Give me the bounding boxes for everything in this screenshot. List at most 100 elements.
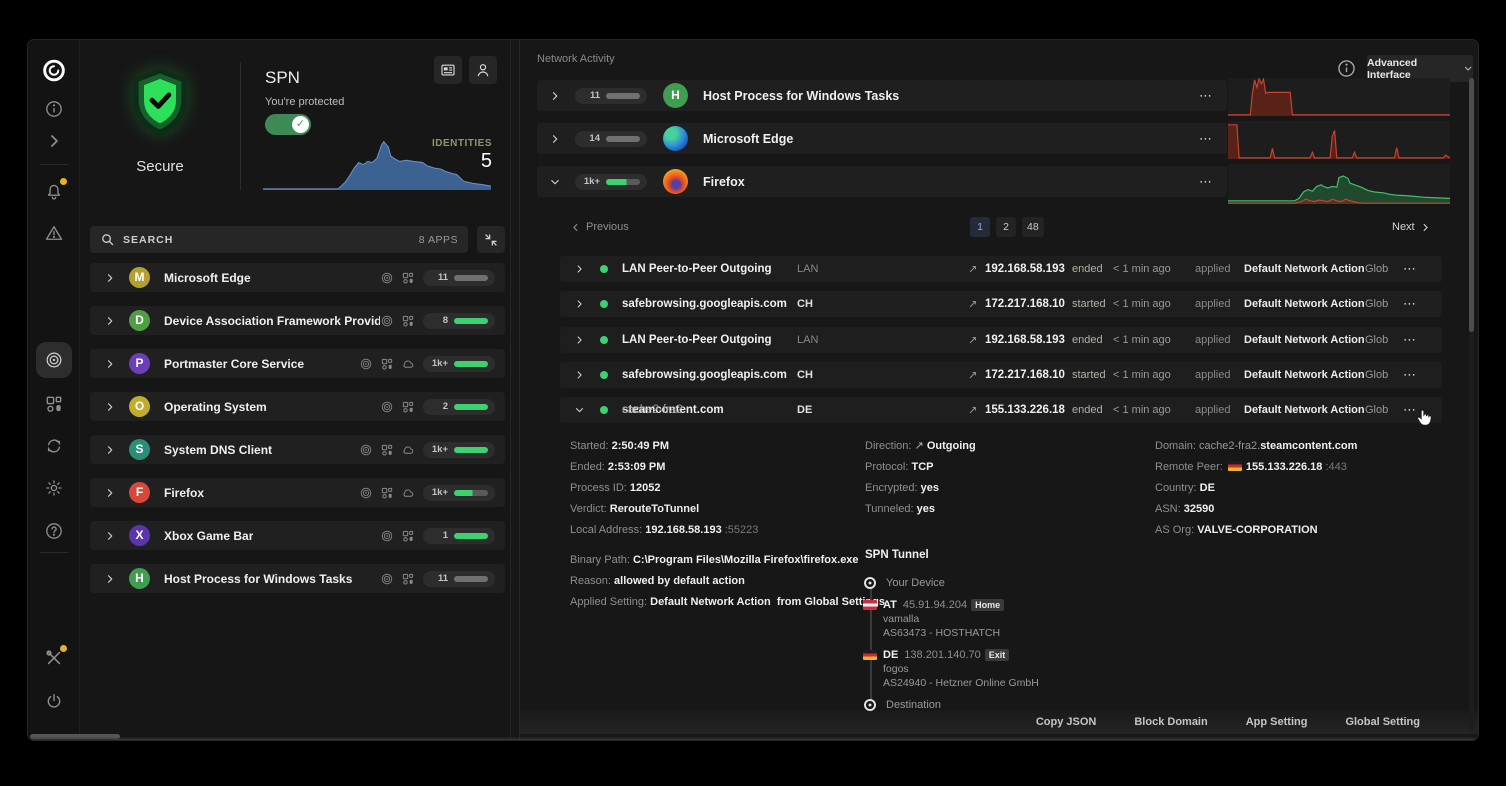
firefox-logo-icon <box>663 169 688 194</box>
connection-row[interactable]: safebrowsing.googleapis.com CH ↗ 172.217.16… <box>560 361 1442 388</box>
detail-field: Local Address: 192.168.58.193 :55223 <box>570 520 885 541</box>
copy-json-button[interactable]: Copy JSON <box>1036 716 1097 728</box>
connection-row[interactable]: safebrowsing.googleapis.com CH ↗ 172.217.16… <box>560 291 1442 318</box>
pagination-page-1[interactable]: 1 <box>970 217 990 237</box>
row-menu-icon[interactable]: ⋯ <box>1403 367 1417 383</box>
row-menu-icon[interactable]: ⋯ <box>1199 131 1213 147</box>
detail-value: TCP <box>911 461 934 473</box>
shutdown-power-icon[interactable] <box>44 691 64 711</box>
app-avatar: P <box>129 353 150 374</box>
info-icon[interactable] <box>1336 58 1357 79</box>
network-app-row-firefox[interactable]: 1k+ Firefox ⋯ <box>537 166 1227 197</box>
panel-splitter[interactable] <box>510 40 520 740</box>
spn-sync-icon[interactable] <box>44 436 64 456</box>
notifications-bell-icon[interactable] <box>44 178 67 201</box>
app-status-icons <box>380 529 423 543</box>
tunnel-hop-name: vamalla <box>883 613 920 625</box>
chevron-right-icon[interactable] <box>574 369 585 380</box>
setting-scope: Glob <box>1365 263 1389 275</box>
connection-row[interactable]: LAN Peer-to-Peer Outgoing LAN ↗ 192.168.58.… <box>560 326 1442 353</box>
info-icon[interactable] <box>44 99 64 119</box>
detail-value: Outgoing <box>926 440 976 452</box>
chevron-right-icon[interactable] <box>104 358 116 370</box>
app-row-system-dns-client[interactable]: S System DNS Client 1k+ <box>90 435 505 464</box>
row-menu-icon[interactable]: ⋯ <box>1403 261 1417 277</box>
pagination-page-48[interactable]: 48 <box>1022 217 1044 237</box>
collapse-all-button[interactable] <box>477 226 505 253</box>
connection-name-prefix: cache2-fra2. <box>622 404 686 417</box>
detail-field: Binary Path: C:\Program Files\Mozilla Fi… <box>570 550 885 571</box>
connection-row[interactable]: cache2-fra2. steamcontent.com DE ↗ 155.133.2… <box>560 397 1442 424</box>
connection-count: 1k+ <box>431 444 448 455</box>
horizontal-scrollbar-thumb[interactable] <box>30 734 120 739</box>
detail-value: steamcontent.com <box>1260 440 1358 452</box>
connection-count-bar <box>454 360 488 367</box>
detail-value: 2:50:49 PM <box>611 440 670 452</box>
detail-field: Applied Setting: Default Network Action … <box>570 592 885 613</box>
news-button[interactable] <box>434 56 462 84</box>
app-name: Portmaster Core Service <box>164 356 305 371</box>
app-row-xbox-game-bar[interactable]: X Xbox Game Bar 1 <box>90 521 505 550</box>
connection-row[interactable]: LAN Peer-to-Peer Outgoing LAN ↗ 192.168.58.… <box>560 256 1442 282</box>
chevron-right-icon[interactable] <box>104 530 116 542</box>
app-row-microsoft-edge[interactable]: M Microsoft Edge 11 <box>90 263 505 292</box>
detail-value: 12052 <box>629 482 661 494</box>
chevron-down-icon[interactable] <box>574 405 585 416</box>
app-name: Firefox <box>164 485 205 500</box>
alerts-triangle-icon[interactable] <box>44 223 64 243</box>
row-menu-icon[interactable]: ⋯ <box>1403 402 1417 418</box>
search-placeholder: SEARCH <box>123 233 174 246</box>
chevron-right-icon[interactable] <box>104 272 116 284</box>
help-icon[interactable] <box>44 521 64 541</box>
app-row-firefox[interactable]: F Firefox 1k+ <box>90 478 505 507</box>
row-menu-icon[interactable]: ⋯ <box>1199 174 1213 190</box>
global-setting-button[interactable]: Global Setting <box>1345 716 1420 728</box>
detail-label: ASN: <box>1155 503 1184 515</box>
spn-toggle[interactable]: ✓ <box>265 114 311 135</box>
pagination-next[interactable]: Next <box>1392 221 1431 233</box>
network-activity-panel: Network Activity Advanced Interface 11 H H… <box>520 40 1478 740</box>
network-activity-icon[interactable] <box>35 342 72 378</box>
app-row-host-process-for-windows-tasks[interactable]: H Host Process for Windows Tasks 11 <box>90 564 505 593</box>
app-row-portmaster-core-service[interactable]: P Portmaster Core Service 1k+ <box>90 349 505 378</box>
account-button[interactable] <box>469 56 497 84</box>
chevron-right-icon[interactable] <box>104 315 116 327</box>
connection-count-pill: 8 <box>423 312 495 329</box>
vertical-scrollbar-thumb[interactable] <box>1469 78 1474 332</box>
outgoing-arrow-icon: ↗ <box>968 263 978 276</box>
pagination-previous[interactable]: Previous <box>570 221 629 233</box>
chevron-right-icon[interactable] <box>574 299 585 310</box>
app-name: Device Association Framework Provider Ho… <box>164 313 380 328</box>
chevron-right-icon[interactable] <box>574 264 585 275</box>
detail-field: Reason: allowed by default action <box>570 571 885 592</box>
chevron-down-icon[interactable] <box>549 176 561 188</box>
network-app-row-microsoft-edge[interactable]: 14 Microsoft Edge ⋯ <box>537 123 1227 154</box>
chevron-right-icon[interactable] <box>104 401 116 413</box>
apps-grid-icon[interactable] <box>44 394 64 414</box>
network-app-row-host-process-for-windows-tasks[interactable]: 11 H Host Process for Windows Tasks ⋯ <box>537 80 1227 111</box>
chevron-right-icon[interactable] <box>574 334 585 345</box>
block-domain-button[interactable]: Block Domain <box>1134 716 1207 728</box>
expand-icon[interactable] <box>44 131 64 151</box>
row-menu-icon[interactable]: ⋯ <box>1403 296 1417 312</box>
app-setting-button[interactable]: App Setting <box>1246 716 1308 728</box>
row-menu-icon[interactable]: ⋯ <box>1403 332 1417 348</box>
connection-count-pill: 1k+ <box>423 484 495 501</box>
chevron-right-icon[interactable] <box>549 133 561 145</box>
row-menu-icon[interactable]: ⋯ <box>1199 88 1213 104</box>
portmaster-logo-icon[interactable] <box>40 57 67 84</box>
pagination-page-2[interactable]: 2 <box>996 217 1016 237</box>
tools-icon[interactable] <box>44 645 67 668</box>
app-row-operating-system[interactable]: O Operating System 2 <box>90 392 505 421</box>
applied-action: Default Network Action <box>1244 333 1365 346</box>
chevron-right-icon[interactable] <box>104 487 116 499</box>
chevron-right-icon[interactable] <box>104 444 116 456</box>
cloud-icon <box>401 486 415 500</box>
chevron-right-icon[interactable] <box>549 90 561 102</box>
search-input[interactable]: SEARCH 8 APPS <box>90 226 468 253</box>
app-row-device-association-framework-provider-host[interactable]: D Device Association Framework Provider H… <box>90 306 505 335</box>
sparkline-chart <box>1228 121 1451 159</box>
detail-field: Process ID: 12052 <box>570 478 885 499</box>
settings-gear-icon[interactable] <box>44 478 64 498</box>
chevron-right-icon[interactable] <box>104 573 116 585</box>
